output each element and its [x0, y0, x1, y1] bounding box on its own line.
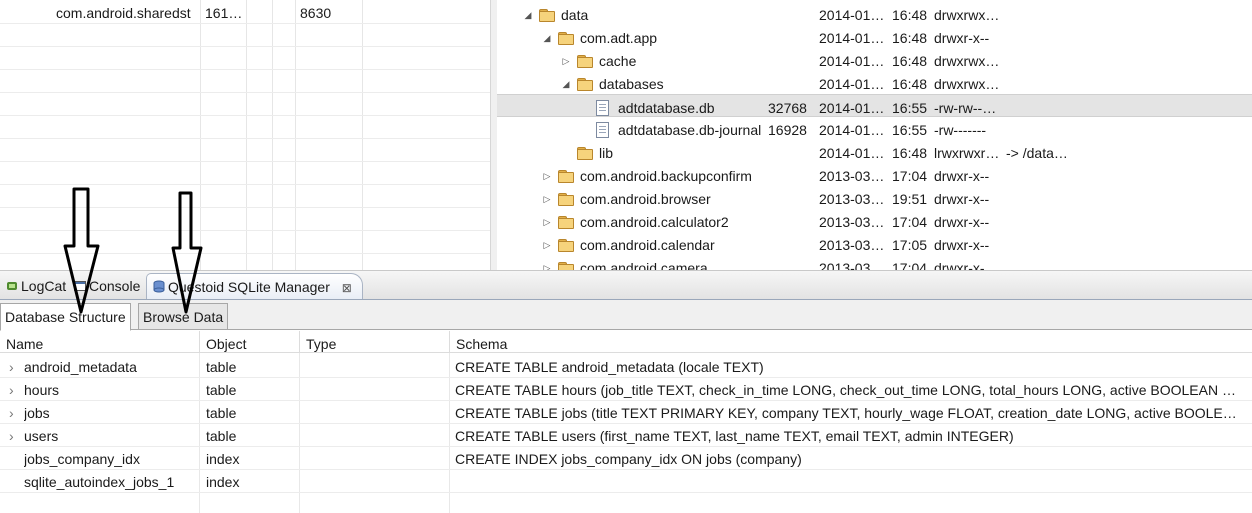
database-icon — [153, 275, 165, 293]
folder-icon — [539, 9, 555, 22]
folder-icon — [558, 170, 574, 183]
annotation-arrow-down-icon — [171, 191, 203, 314]
folder-icon — [558, 239, 574, 252]
schema-name-cell: jobs_company_idx — [24, 451, 140, 467]
table-row[interactable]: › hours table CREATE TABLE hours (job_title… — [0, 377, 1252, 401]
table-row[interactable]: sqlite_autoindex_jobs_1 index — [0, 469, 1252, 493]
tree-node[interactable]: adtdatabase.db 32768 2014-01… 16:55 -rw-rw--… — [497, 94, 1252, 117]
folder-icon — [558, 193, 574, 206]
tree-node[interactable]: ▷ com.android.backupconfirm 2013-03… 17:04 d… — [497, 163, 1252, 186]
table-row[interactable] — [0, 138, 490, 162]
schema-object-cell: index — [206, 451, 240, 467]
schema-type-cell — [306, 446, 446, 469]
tree-node[interactable]: adtdatabase.db-journal 16928 2014-01… 16:55… — [497, 117, 1252, 140]
schema-object-cell: table — [206, 405, 237, 421]
schema-name-cell: users — [24, 428, 59, 444]
expand-arrow-icon[interactable]: › — [9, 377, 19, 400]
schema-object-cell: table — [206, 382, 237, 398]
schema-type-cell — [306, 400, 446, 423]
tree-node[interactable]: ▷ com.android.browser 2013-03… 19:51 drwxr-x… — [497, 186, 1252, 209]
tree-node[interactable]: lib 2014-01… 16:48 lrwxrwxr… -> /data… — [497, 140, 1252, 163]
schema-schema-cell: CREATE TABLE hours (job_title TEXT, chec… — [455, 382, 1236, 398]
node-perm: drwxr-x- — [934, 260, 985, 270]
schema-table: Name Object Type Schema › android_metadat… — [0, 331, 1252, 513]
folder-icon — [558, 262, 574, 270]
schema-schema-cell — [455, 469, 1247, 492]
tree-node[interactable]: ▷ com.android.calendar 2013-03… 17:05 drwxr-… — [497, 232, 1252, 255]
schema-object-cell: table — [206, 428, 237, 444]
table-row[interactable] — [0, 92, 490, 116]
column-header-label: Name — [6, 336, 44, 352]
schema-type-cell — [306, 377, 446, 400]
table-row[interactable]: com.android.sharedst 161… 8630 — [0, 0, 490, 24]
node-date: 2013-03… — [819, 260, 885, 270]
expand-arrow-icon[interactable]: › — [9, 423, 19, 446]
expand-arrow-icon[interactable]: › — [9, 400, 19, 423]
logcat-icon — [6, 274, 18, 290]
annotation-arrow-down-icon — [63, 187, 100, 314]
tree-node[interactable]: ▷ cache 2014-01… 16:48 drwxrwx… — [497, 48, 1252, 71]
schema-name-cell: sqlite_autoindex_jobs_1 — [24, 474, 175, 490]
table-row[interactable] — [0, 115, 490, 139]
column-header-label: Schema — [456, 336, 508, 352]
schema-name-cell: jobs — [24, 405, 50, 421]
table-row[interactable] — [0, 161, 490, 185]
tree-node[interactable]: ◢ com.adt.app 2014-01… 16:48 drwxr-x-- — [497, 25, 1252, 48]
folder-icon — [558, 216, 574, 229]
schema-name-cell: hours — [24, 382, 60, 398]
table-row[interactable] — [0, 69, 490, 93]
schema-object-cell: table — [206, 359, 237, 375]
file-explorer-tree: ◢ data 2014-01… 16:48 drwxrwx… ◢ com.adt.app 20… — [497, 0, 1252, 270]
table-row[interactable] — [0, 23, 490, 47]
process-col4-cell — [276, 0, 294, 23]
folder-icon — [577, 55, 593, 68]
column-header-object[interactable]: Object — [200, 331, 300, 353]
process-port-cell: 8630 — [300, 5, 332, 21]
file-icon — [596, 122, 609, 138]
schema-schema-cell: CREATE TABLE android_metadata (locale TE… — [455, 359, 764, 375]
schema-type-cell — [306, 354, 446, 377]
schema-schema-cell: CREATE TABLE users (first_name TEXT, las… — [455, 428, 1014, 444]
schema-name-cell: android_metadata — [24, 359, 137, 375]
process-col3-cell — [250, 0, 270, 23]
table-row[interactable]: jobs_company_idx index CREATE INDEX jobs_c… — [0, 446, 1252, 470]
table-row[interactable]: › android_metadata table CREATE TABLE andro… — [0, 354, 1252, 378]
folder-icon — [558, 32, 574, 45]
schema-type-cell — [306, 469, 446, 492]
tree-node[interactable]: ▷ com.android.calculator2 2013-03… 17:04 drw… — [497, 209, 1252, 232]
table-row[interactable] — [0, 46, 490, 70]
tree-node[interactable]: ▷ com.android.camera 2013-03… 17:04 drwxr-x- — [497, 255, 1252, 270]
column-header-label: Type — [306, 336, 337, 352]
process-pid-cell: 161… — [205, 5, 243, 21]
close-icon[interactable]: ⊠ — [342, 281, 352, 295]
column-header-schema[interactable]: Schema — [450, 331, 1252, 353]
schema-schema-cell: CREATE INDEX jobs_company_idx ON jobs (c… — [455, 451, 802, 467]
column-header-type[interactable]: Type — [300, 331, 450, 353]
tab-logcat-label: LogCat — [21, 278, 67, 294]
schema-schema-cell: CREATE TABLE jobs (title TEXT PRIMARY KE… — [455, 405, 1237, 421]
schema-type-cell — [306, 423, 446, 446]
schema-object-cell: index — [206, 474, 240, 490]
process-name-cell: com.android.sharedst — [56, 5, 191, 21]
expand-arrow-icon[interactable]: › — [9, 354, 19, 377]
node-name: com.android.camera — [580, 260, 708, 270]
tree-node[interactable]: ◢ databases 2014-01… 16:48 drwxrwx… — [497, 71, 1252, 94]
column-header-name[interactable]: Name — [0, 331, 200, 353]
collapsed-arrow-icon[interactable]: ▷ — [542, 255, 552, 270]
file-icon — [596, 100, 609, 116]
folder-icon — [577, 78, 593, 91]
table-row[interactable]: › jobs table CREATE TABLE jobs (title TEXT … — [0, 400, 1252, 424]
folder-icon — [577, 147, 593, 160]
table-row[interactable]: › users table CREATE TABLE users (first_nam… — [0, 423, 1252, 447]
node-time: 17:04 — [892, 260, 928, 270]
tree-node[interactable]: ◢ data 2014-01… 16:48 drwxrwx… — [497, 2, 1252, 25]
column-header-label: Object — [206, 336, 247, 352]
